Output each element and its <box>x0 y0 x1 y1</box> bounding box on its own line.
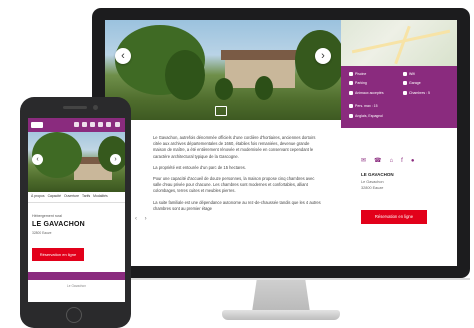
tree <box>255 76 273 100</box>
tab-prices[interactable]: Tarifs <box>82 194 90 198</box>
guests-icon <box>349 104 353 109</box>
mobile-hero-photo: ‹ › <box>28 132 125 192</box>
home-icon <box>349 72 353 77</box>
menu-icon[interactable] <box>115 122 120 127</box>
amenity-item: Wifi <box>403 72 415 77</box>
mobile-footer-text: Le Gavachon <box>67 284 86 288</box>
amenity-item: Chambres : 5 <box>403 91 431 96</box>
phone-speaker <box>63 106 87 109</box>
phone-icon[interactable]: ☎ <box>374 158 389 164</box>
mobile-book-button[interactable]: Réservation en ligne <box>32 248 84 261</box>
amenity-label: Parking <box>355 81 367 85</box>
tag-icon <box>349 114 353 119</box>
contact-icons: ✉☎⌂f● <box>361 157 422 164</box>
phone-camera <box>93 105 98 110</box>
tab-about[interactable]: À propos <box>31 194 45 198</box>
desktop-screen: ‹ › Piscine Wifi Parking Garage Animaux … <box>105 20 457 266</box>
pager-arrows[interactable]: ‹ › <box>135 216 150 222</box>
mobile-header <box>28 118 125 132</box>
rooms-icon <box>403 91 407 96</box>
mobile-kicker: Hébergement rural <box>32 214 62 218</box>
description-paragraph: La propriété est entourée d'un parc de 1… <box>153 164 246 170</box>
amenity-item: Pers. max : 15 <box>349 104 378 109</box>
mobile-screen: ‹ › À propos Capacité Ouverture Tarifs Modal… <box>28 118 125 302</box>
amenity-label: Garage <box>409 81 421 85</box>
tree <box>165 50 205 100</box>
email-icon[interactable]: ✉ <box>361 158 374 164</box>
mobile-title: LE GAVACHON <box>32 221 85 228</box>
amenity-label: Chambres : 5 <box>409 91 431 95</box>
facebook-icon[interactable]: f <box>401 158 411 164</box>
desktop-monitor: ‹ › Piscine Wifi Parking Garage Animaux … <box>92 8 470 278</box>
description-paragraph: La suite familiale est une dépendance au… <box>153 199 321 211</box>
camera-icon[interactable] <box>215 106 227 116</box>
mobile-tabs: À propos Capacité Ouverture Tarifs Modalités <box>28 194 125 203</box>
hero-next-button[interactable]: › <box>315 48 331 64</box>
description-paragraph: Pour une capacité d'accueil de douze per… <box>153 176 315 194</box>
monitor-base <box>222 310 340 320</box>
tab-terms[interactable]: Modalités <box>93 194 108 198</box>
hero-photo: ‹ › <box>105 20 341 120</box>
parking-icon <box>349 81 353 86</box>
mobile-city: 32800 Eauze <box>32 231 52 235</box>
pets-icon <box>349 91 353 96</box>
logo[interactable] <box>31 122 43 128</box>
amenity-item: Animaux acceptés <box>349 91 397 96</box>
monitor-stand <box>252 280 310 312</box>
amenity-label: Anglais, Espagnol <box>355 114 384 118</box>
amenities-box: Piscine Wifi Parking Garage Animaux acce… <box>341 66 457 128</box>
address-line: 32800 Eauze <box>361 185 384 190</box>
heart-icon[interactable] <box>90 122 95 127</box>
amenity-label: Wifi <box>409 72 415 76</box>
amenity-label: Piscine <box>355 72 367 76</box>
hero-prev-button[interactable]: ‹ <box>115 48 131 64</box>
amenity-item: Anglais, Espagnol <box>349 114 384 119</box>
tree <box>215 78 233 100</box>
wifi-icon <box>403 72 407 77</box>
location-map[interactable] <box>341 20 457 66</box>
language-icon[interactable] <box>106 122 111 127</box>
monitor-chin <box>92 278 470 280</box>
web-icon[interactable]: ⌂ <box>390 158 402 164</box>
amenity-item: Garage <box>403 81 421 86</box>
user-icon[interactable] <box>82 122 87 127</box>
amenity-item: Piscine <box>349 72 367 77</box>
garage-icon <box>403 81 407 86</box>
amenity-item: Parking <box>349 81 367 86</box>
mobile-footer-bar <box>28 272 125 280</box>
map-road <box>394 25 411 65</box>
cart-icon[interactable] <box>98 122 103 127</box>
description-paragraph: Le Gavachon, autrefois dénommée officiel… <box>153 135 316 159</box>
book-online-button[interactable]: Réservation en ligne <box>361 210 427 224</box>
location-icon[interactable]: ● <box>411 158 423 164</box>
amenity-label: Animaux acceptés <box>355 91 384 95</box>
amenity-label: Pers. max : 15 <box>355 104 378 108</box>
search-icon[interactable] <box>74 122 79 127</box>
manor-roof <box>221 50 299 60</box>
description: Le Gavachon, autrefois dénommée officiel… <box>153 135 323 217</box>
mobile-prev-button[interactable]: ‹ <box>32 154 43 165</box>
address-line: Le Gavachon <box>361 180 384 184</box>
side-address: Le Gavachon 32800 Eauze <box>361 180 384 191</box>
tab-capacity[interactable]: Capacité <box>48 194 61 198</box>
mobile-next-button[interactable]: › <box>110 154 121 165</box>
tab-opening[interactable]: Ouverture <box>64 194 79 198</box>
phone-home-button[interactable] <box>66 307 82 323</box>
side-title: LE GAVACHON <box>361 172 394 177</box>
